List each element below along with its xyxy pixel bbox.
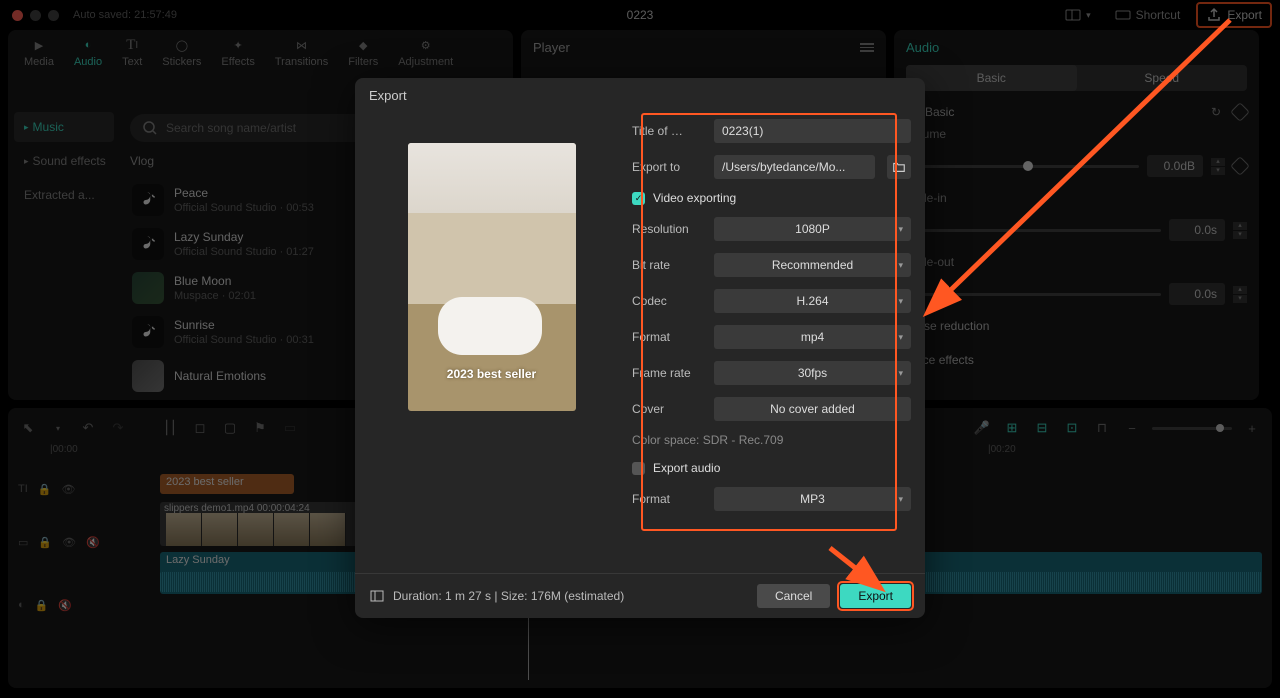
video-exporting-label: Video exporting bbox=[653, 191, 736, 205]
export-info: Duration: 1 m 27 s | Size: 176M (estimat… bbox=[393, 589, 624, 603]
title-input[interactable] bbox=[714, 119, 911, 143]
codec-label: Codec bbox=[632, 294, 706, 308]
format-select[interactable]: mp4▾ bbox=[714, 325, 911, 349]
export-dialog: Export 2023 best seller Title of … Expor… bbox=[355, 78, 925, 618]
export-path[interactable]: /Users/bytedance/Mo... bbox=[714, 155, 875, 179]
bitrate-label: Bit rate bbox=[632, 258, 706, 272]
framerate-label: Frame rate bbox=[632, 366, 706, 380]
video-export-checkbox[interactable]: ✓ bbox=[632, 192, 645, 205]
colorspace-note: Color space: SDR - Rec.709 bbox=[632, 433, 911, 447]
preview-caption: 2023 best seller bbox=[408, 367, 576, 381]
browse-folder-button[interactable] bbox=[887, 155, 911, 179]
export-dialog-title: Export bbox=[355, 78, 925, 113]
folder-icon bbox=[892, 160, 906, 174]
chevron-down-icon: ▾ bbox=[898, 260, 903, 271]
bitrate-select[interactable]: Recommended▾ bbox=[714, 253, 911, 277]
resolution-select[interactable]: 1080P▾ bbox=[714, 217, 911, 241]
audio-export-checkbox[interactable] bbox=[632, 462, 645, 475]
chevron-down-icon: ▾ bbox=[898, 224, 903, 235]
codec-select[interactable]: H.264▾ bbox=[714, 289, 911, 313]
resolution-label: Resolution bbox=[632, 222, 706, 236]
export-preview: 2023 best seller bbox=[369, 117, 614, 569]
chevron-down-icon: ▾ bbox=[898, 494, 903, 505]
audio-format-select[interactable]: MP3▾ bbox=[714, 487, 911, 511]
aspect-icon bbox=[369, 588, 385, 604]
chevron-down-icon: ▾ bbox=[898, 332, 903, 343]
framerate-select[interactable]: 30fps▾ bbox=[714, 361, 911, 385]
cover-label: Cover bbox=[632, 402, 706, 416]
chevron-down-icon: ▾ bbox=[898, 368, 903, 379]
export-button[interactable]: Export bbox=[840, 584, 911, 608]
exportto-label: Export to bbox=[632, 160, 706, 174]
audio-format-label: Format bbox=[632, 492, 706, 506]
cancel-button[interactable]: Cancel bbox=[757, 584, 830, 608]
export-audio-label: Export audio bbox=[653, 461, 720, 475]
cover-button[interactable]: No cover added bbox=[714, 397, 911, 421]
chevron-down-icon: ▾ bbox=[898, 296, 903, 307]
format-label: Format bbox=[632, 330, 706, 344]
export-form: Title of … Export to /Users/bytedance/Mo… bbox=[632, 117, 911, 569]
title-label: Title of … bbox=[632, 124, 706, 138]
